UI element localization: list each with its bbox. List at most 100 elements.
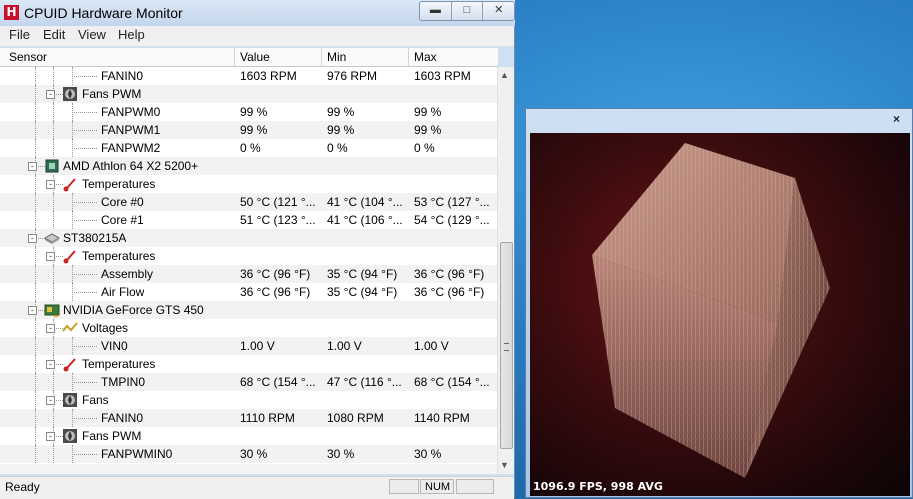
sensor-min: 35 °C (94 °F) [327, 267, 398, 281]
scroll-up-icon[interactable]: ▲ [500, 70, 509, 80]
sensor-name: Temperatures [82, 357, 156, 371]
status-cell-empty [389, 479, 419, 494]
thermometer-icon [62, 356, 78, 372]
sensor-name: Air Flow [101, 285, 145, 299]
tree-node-row[interactable]: - Fans [0, 391, 497, 409]
maximize-button[interactable]: □ [452, 2, 484, 20]
tree-node-row[interactable]: - NVIDIA GeForce GTS 450 [0, 301, 497, 319]
sensor-name: Fans PWM [82, 87, 142, 101]
window-title: CPUID Hardware Monitor [24, 5, 183, 21]
sensor-min: 47 °C (116 °... [327, 375, 402, 389]
sensor-name: Temperatures [82, 249, 156, 263]
sensor-row[interactable]: FANIN0 1110 RPM 1080 RPM 1140 RPM [0, 409, 497, 427]
tree-node-row[interactable]: - Fans PWM [0, 85, 497, 103]
sensor-max: 99 % [414, 105, 442, 119]
sensor-row[interactable]: Assembly 36 °C (96 °F) 35 °C (94 °F) 36 °C … [0, 265, 497, 283]
sensor-name: VIN0 [101, 339, 128, 353]
collapse-toggle-icon[interactable]: - [46, 324, 55, 333]
sensor-max: 36 °C (96 °F) [414, 285, 485, 299]
tree-node-row[interactable]: - ST380215A [0, 229, 497, 247]
collapse-toggle-icon[interactable]: - [28, 234, 37, 243]
fan-icon [62, 392, 78, 407]
sensor-row[interactable]: FANPWM2 0 % 0 % 0 % [0, 139, 497, 157]
sensor-row[interactable]: FANPWM0 99 % 99 % 99 % [0, 103, 497, 121]
menu-view[interactable]: View [75, 27, 109, 42]
collapse-toggle-icon[interactable]: - [28, 306, 37, 315]
collapse-toggle-icon[interactable]: - [46, 360, 55, 369]
collapse-toggle-icon[interactable]: - [46, 432, 55, 441]
horizontal-scrollbar[interactable] [0, 464, 497, 474]
fur-demo-window: × 1096.9 FPS, 998 AVG [525, 108, 913, 498]
menu-bar: File Edit View Help [0, 26, 514, 47]
sensor-row[interactable]: FANPWMIN0 30 % 30 % 30 % [0, 445, 497, 463]
sensor-min: 1080 RPM [327, 411, 384, 425]
column-sensor[interactable]: Sensor [9, 50, 47, 64]
sensor-row[interactable]: Air Flow 36 °C (96 °F) 35 °C (94 °F) 36 °C … [0, 283, 497, 301]
column-header: Sensor Value Min Max [0, 48, 498, 67]
tree-node-row[interactable]: - Temperatures [0, 355, 497, 373]
hard-drive-icon [43, 230, 61, 244]
vertical-scrollbar[interactable]: ▲ ▼ [497, 67, 514, 474]
sensor-name: Voltages [82, 321, 129, 335]
sensor-value: 50 °C (121 °... [240, 195, 316, 209]
sensor-row[interactable]: FANIN0 1603 RPM 976 RPM 1603 RPM [0, 67, 497, 85]
sensor-min: 0 % [327, 141, 348, 155]
tree-node-row[interactable]: - Voltages [0, 319, 497, 337]
title-bar[interactable]: H CPUID Hardware Monitor ▬ □ ✕ [0, 0, 515, 26]
tree-node-row[interactable]: - Temperatures [0, 175, 497, 193]
collapse-toggle-icon[interactable]: - [28, 162, 37, 171]
collapse-toggle-icon[interactable]: - [46, 252, 55, 261]
sensor-row[interactable]: VIN0 1.00 V 1.00 V 1.00 V [0, 337, 497, 355]
scroll-thumb[interactable] [500, 242, 513, 449]
app-icon: H [4, 5, 19, 20]
cpu-icon [44, 158, 60, 173]
menu-edit[interactable]: Edit [40, 27, 68, 42]
fan-icon [62, 86, 78, 101]
sensor-row[interactable]: TMPIN0 68 °C (154 °... 47 °C (116 °... 68 °… [0, 373, 497, 391]
collapse-toggle-icon[interactable]: - [46, 396, 55, 405]
sensor-value: 51 °C (123 °... [240, 213, 316, 227]
tree-node-row[interactable]: - Temperatures [0, 247, 497, 265]
sensor-max: 53 °C (127 °... [414, 195, 490, 209]
sensor-value: 36 °C (96 °F) [240, 267, 311, 281]
menu-help[interactable]: Help [115, 27, 148, 42]
sensor-row[interactable]: Core #1 51 °C (123 °... 41 °C (106 °... 54 … [0, 211, 497, 229]
sensor-value: 68 °C (154 °... [240, 375, 316, 389]
sensor-min: 976 RPM [327, 69, 378, 83]
thermometer-icon [62, 176, 78, 192]
sensor-name: Core #0 [101, 195, 144, 209]
sensor-name: Fans [82, 393, 109, 407]
sensor-value: 30 % [240, 447, 268, 461]
minimize-button[interactable]: ▬ [420, 2, 452, 20]
sensor-name: AMD Athlon 64 X2 5200+ [63, 159, 199, 173]
sensor-min: 35 °C (94 °F) [327, 285, 398, 299]
status-num: NUM [420, 479, 454, 494]
sensor-row[interactable]: FANPWM1 99 % 99 % 99 % [0, 121, 497, 139]
column-max[interactable]: Max [414, 50, 437, 64]
collapse-toggle-icon[interactable]: - [46, 90, 55, 99]
sensor-name: FANIN0 [101, 411, 144, 425]
sensor-name: ST380215A [63, 231, 127, 245]
sensor-value: 1110 RPM [240, 411, 295, 425]
sensor-value: 99 % [240, 123, 268, 137]
collapse-toggle-icon[interactable]: - [46, 180, 55, 189]
sensor-min: 41 °C (104 °... [327, 195, 403, 209]
scroll-down-icon[interactable]: ▼ [500, 460, 509, 470]
column-min[interactable]: Min [327, 50, 346, 64]
tree-node-row[interactable]: - AMD Athlon 64 X2 5200+ [0, 157, 497, 175]
sensor-value: 1.00 V [240, 339, 275, 353]
sensor-name: FANIN0 [101, 69, 144, 83]
window-controls: ▬ □ ✕ [419, 1, 515, 21]
sensor-name: FANPWMIN0 [101, 447, 173, 461]
column-value[interactable]: Value [240, 50, 270, 64]
thermometer-icon [62, 248, 78, 264]
tree-node-row[interactable]: - Fans PWM [0, 427, 497, 445]
menu-file[interactable]: File [6, 27, 33, 42]
sensor-name: Core #1 [101, 213, 144, 227]
fur-cube-render [592, 143, 830, 478]
sensor-max: 36 °C (96 °F) [414, 267, 485, 281]
close-button[interactable]: ✕ [483, 2, 514, 20]
sensor-max: 1.00 V [414, 339, 449, 353]
sensor-row[interactable]: Core #0 50 °C (121 °... 41 °C (104 °... 53 … [0, 193, 497, 211]
close-icon[interactable]: × [893, 112, 900, 126]
